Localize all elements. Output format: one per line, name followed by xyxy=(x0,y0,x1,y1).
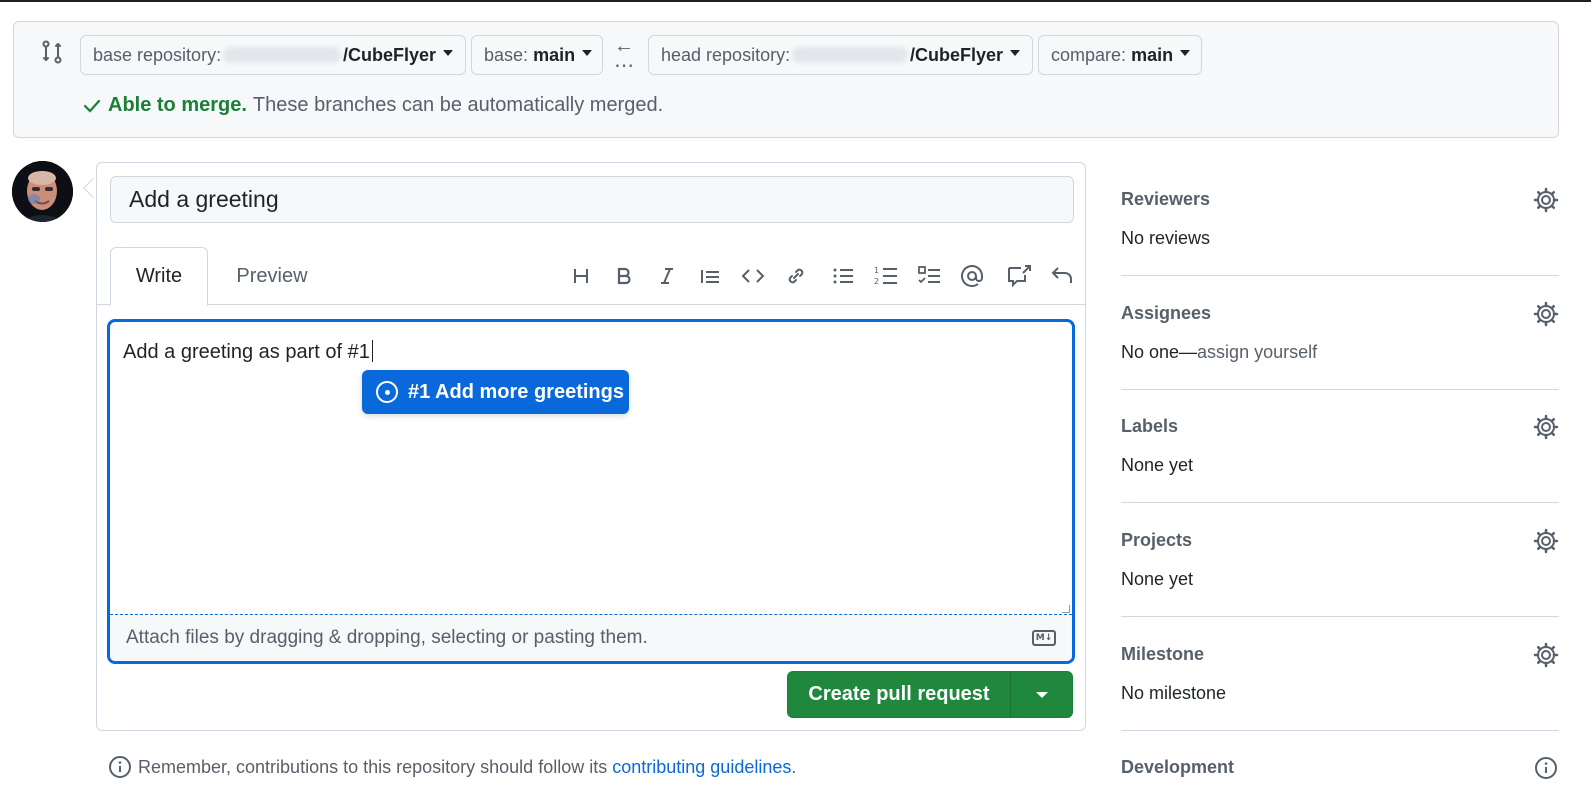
avatar[interactable] xyxy=(12,161,73,222)
resize-handle[interactable] xyxy=(1062,605,1070,613)
base-branch-name: main xyxy=(533,44,576,65)
reviewers-gear-icon[interactable] xyxy=(1533,187,1559,213)
base-repository-owner-redacted xyxy=(223,47,341,63)
svg-text:2: 2 xyxy=(874,277,879,286)
base-repository-label: base repository: xyxy=(93,44,222,65)
head-repository-select[interactable]: head repository: /CubeFlyer xyxy=(648,35,1033,75)
labels-value: None yet xyxy=(1121,455,1194,475)
issue-suggestion-label: #1 Add more greetings xyxy=(408,380,624,403)
svg-text:1: 1 xyxy=(874,266,879,275)
projects-value: None yet xyxy=(1121,569,1194,589)
contribution-note: Remember, contributions to this reposito… xyxy=(108,755,796,779)
compare-bar: base repository: /CubeFlyer base: main ←… xyxy=(13,21,1559,138)
numbered-list-icon[interactable]: 12 xyxy=(864,261,907,291)
development-info-icon[interactable] xyxy=(1533,755,1559,781)
sidebar-milestone: Milestone No milestone xyxy=(1121,642,1559,731)
chevron-down-icon xyxy=(582,50,593,56)
body-textarea[interactable]: Add a greeting as part of #1 #1 Add more… xyxy=(107,319,1075,664)
assign-yourself-link[interactable]: assign yourself xyxy=(1197,342,1317,362)
attach-hint: Attach files by dragging & dropping, sel… xyxy=(126,627,648,648)
assignees-value: No one—assign yourself xyxy=(1121,342,1317,363)
link-icon[interactable] xyxy=(774,261,817,291)
heading-icon[interactable] xyxy=(559,261,602,291)
top-border xyxy=(0,0,1591,2)
base-branch-label: base: xyxy=(484,44,529,65)
projects-title: Projects xyxy=(1121,530,1193,550)
chevron-down-icon xyxy=(443,50,453,56)
create-pull-request-button[interactable]: Create pull request xyxy=(788,672,1011,717)
contributing-guidelines-link[interactable]: contributing guidelines xyxy=(612,757,791,777)
info-icon xyxy=(109,756,131,778)
sidebar-reviewers: Reviewers No reviews xyxy=(1121,187,1559,276)
contribution-note-period: . xyxy=(791,756,797,777)
issue-suggestion[interactable]: #1 Add more greetings xyxy=(362,370,629,414)
tab-preview[interactable]: Preview xyxy=(217,247,327,305)
merge-status: Able to merge. These branches can be aut… xyxy=(82,94,663,117)
merge-status-message: These branches can be automatically merg… xyxy=(252,94,664,116)
body-text-value: Add a greeting as part of #1 xyxy=(123,341,370,363)
pull-request-composer: Write Preview xyxy=(96,162,1086,731)
milestone-gear-icon[interactable] xyxy=(1533,642,1559,668)
head-repository-owner-redacted xyxy=(792,47,908,63)
sidebar-assignees: Assignees No one—assign yourself xyxy=(1121,301,1559,390)
bold-icon[interactable] xyxy=(602,261,645,291)
check-icon xyxy=(83,99,101,113)
tab-write[interactable]: Write xyxy=(110,247,208,306)
head-repository-name: /CubeFlyer xyxy=(909,44,1003,65)
chevron-down-icon xyxy=(1035,691,1048,698)
assignees-none-text: No one— xyxy=(1121,342,1198,362)
milestone-value: No milestone xyxy=(1121,683,1227,703)
compare-branch-select[interactable]: compare: main xyxy=(1038,35,1202,75)
create-pull-request-button-group: Create pull request xyxy=(787,671,1073,718)
base-repository-name: /CubeFlyer xyxy=(342,44,436,65)
head-repository-label: head repository: xyxy=(661,44,791,65)
markdown-toolbar: 12 xyxy=(559,261,1083,291)
development-title: Development xyxy=(1121,757,1235,777)
markdown-icon[interactable]: M↓ xyxy=(1032,630,1056,646)
chevron-down-icon xyxy=(1180,50,1191,56)
cross-reference-icon[interactable] xyxy=(997,261,1040,291)
compare-branches-icon xyxy=(42,40,62,64)
title-input[interactable] xyxy=(110,176,1074,223)
text-cursor xyxy=(371,340,373,362)
assignees-gear-icon[interactable] xyxy=(1533,301,1559,327)
compare-branch-label: compare: xyxy=(1051,44,1127,65)
contribution-note-text: Remember, contributions to this reposito… xyxy=(138,756,608,777)
code-icon[interactable] xyxy=(731,261,774,291)
sidebar-labels: Labels None yet xyxy=(1121,414,1559,503)
file-attach-zone[interactable]: Attach files by dragging & dropping, sel… xyxy=(110,614,1072,661)
reviewers-title: Reviewers xyxy=(1121,189,1211,209)
undo-icon[interactable] xyxy=(1040,261,1083,291)
user-photo xyxy=(12,161,73,222)
reviewers-value: No reviews xyxy=(1121,228,1211,248)
projects-gear-icon[interactable] xyxy=(1533,528,1559,554)
editor-tabbar: Write Preview 1 2 xyxy=(97,247,1085,306)
merge-status-title: Able to merge. xyxy=(108,94,247,116)
arrow-left-icon: ← ⋯ xyxy=(614,35,634,77)
create-options-dropdown[interactable] xyxy=(1011,672,1072,717)
labels-title: Labels xyxy=(1121,416,1179,436)
base-repository-select[interactable]: base repository: /CubeFlyer xyxy=(80,35,466,75)
assignees-title: Assignees xyxy=(1121,303,1212,323)
sidebar-development: Development xyxy=(1121,757,1559,797)
chevron-down-icon xyxy=(1010,50,1020,56)
sidebar-projects: Projects None yet xyxy=(1121,528,1559,617)
milestone-title: Milestone xyxy=(1121,644,1205,664)
mention-icon[interactable] xyxy=(950,261,993,291)
italic-icon[interactable] xyxy=(645,261,688,291)
quote-icon[interactable] xyxy=(688,261,731,291)
compare-branch-name: main xyxy=(1131,44,1174,65)
bulleted-list-icon[interactable] xyxy=(821,261,864,291)
body-text: Add a greeting as part of #1 xyxy=(123,340,373,364)
issue-open-icon xyxy=(376,381,398,403)
labels-gear-icon[interactable] xyxy=(1533,414,1559,440)
base-branch-select[interactable]: base: main xyxy=(471,35,603,75)
task-list-icon[interactable] xyxy=(907,261,950,291)
